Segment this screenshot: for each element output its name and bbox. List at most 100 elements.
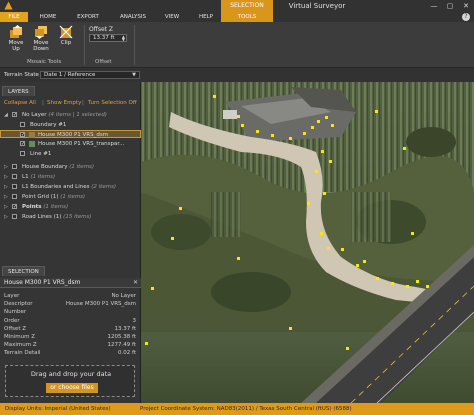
chevron-right-icon[interactable]: ▷	[4, 193, 8, 201]
clip-button[interactable]: Clip	[55, 25, 77, 46]
tab-selection[interactable]: SELECTION	[2, 266, 45, 276]
layer-count: (2 items)	[91, 184, 117, 190]
property-key: Layer	[4, 293, 20, 299]
display-units-status: Display Units: Imperial (United States)	[5, 406, 111, 412]
offset-z-input[interactable]: 13.37 ft ▲ ▼	[89, 34, 127, 42]
chevron-right-icon[interactable]: ▷	[4, 203, 8, 211]
property-row: Number	[4, 309, 136, 316]
layer-name: Boundary #1	[30, 122, 67, 128]
layer-toolbar: Collapse All | Show Empty | Turn Selecti…	[4, 100, 137, 106]
context-tab-selection: SELECTION	[221, 0, 273, 12]
spinner-icon[interactable]: ▲ ▼	[122, 35, 125, 42]
layer-checkbox[interactable]	[20, 122, 25, 127]
layer-checkbox[interactable]: ✓	[12, 204, 17, 210]
tab-layers[interactable]: LAYERS	[2, 86, 35, 96]
chevron-down-icon[interactable]: ◢	[4, 111, 8, 119]
property-value: 1277.49 ft	[107, 342, 137, 348]
layer-row-house-dsm[interactable]: ✓ House M300 P1 VRS_dsm	[0, 130, 141, 138]
layer-count: (15 items)	[63, 214, 92, 220]
layer-checkbox[interactable]: ✓	[12, 112, 17, 118]
turn-selection-off-link[interactable]: Turn Selection Off	[88, 100, 137, 106]
choose-files-button[interactable]: or choose files	[46, 383, 98, 393]
tab-file[interactable]: FILE	[0, 12, 28, 22]
property-value: 0.02 ft	[118, 350, 136, 356]
dropzone-text: Drag and drop your data	[30, 370, 112, 378]
clip-icon	[59, 25, 73, 39]
layer-row-l1[interactable]: ▷ L1 (1 items)	[0, 173, 141, 181]
close-button[interactable]: ✕	[458, 0, 474, 12]
layer-row-l1-boundaries[interactable]: ▷ L1 Boundaries and Lines (2 items)	[0, 183, 141, 191]
status-bar: Display Units: Imperial (United States) …	[0, 403, 474, 415]
move-up-icon	[10, 25, 22, 38]
property-key: Order	[4, 318, 20, 324]
layer-name: Road Lines (1)	[22, 214, 62, 220]
tab-analysis[interactable]: ANALYSIS	[113, 12, 153, 22]
coordinate-system-status: Project Coordinate System: NAD83(2011) /…	[140, 406, 352, 412]
layer-checkbox[interactable]	[12, 174, 17, 179]
layer-name: No Layer	[22, 112, 47, 118]
move-down-button[interactable]: Move Down	[30, 25, 52, 52]
terrain-state-select[interactable]: Date 1 / Reference ▼	[40, 71, 140, 79]
layer-row-house-boundary[interactable]: ▷ House Boundary (1 items)	[0, 163, 141, 171]
property-value: 3	[132, 318, 137, 324]
tab-view[interactable]: VIEW	[160, 12, 184, 22]
file-dropzone[interactable]: Drag and drop your data or choose files	[5, 365, 135, 397]
title-bar: Virtual Surveyor SELECTION — ▢ ✕	[0, 0, 474, 12]
close-icon[interactable]: ✕	[133, 278, 138, 288]
layer-name: House M300 P1 VRS_dsm	[38, 132, 109, 138]
left-panel: LAYERS Collapse All | Show Empty | Turn …	[0, 82, 141, 403]
layer-checkbox[interactable]	[20, 151, 25, 156]
terrain-state-label: Terrain State	[4, 72, 39, 78]
chevron-right-icon[interactable]: ▷	[4, 163, 8, 171]
layer-row-line-1[interactable]: Line #1	[0, 150, 141, 158]
mosaic-tools-group-label: Mosaic Tools	[27, 59, 62, 65]
layer-name: Line #1	[30, 151, 52, 157]
selection-name: House M300 P1 VRS_dsm	[4, 279, 81, 286]
layer-row-points[interactable]: ▷ ✓ Points (1 items)	[0, 203, 141, 211]
offset-group-label: Offset	[95, 59, 112, 65]
property-row: Layer No Layer	[4, 293, 136, 300]
layer-checkbox[interactable]	[12, 214, 17, 219]
layer-row-road-lines[interactable]: ▷ Road Lines (1) (15 items)	[0, 213, 141, 221]
show-empty-link[interactable]: Show Empty	[47, 100, 81, 106]
ribbon-separator	[134, 25, 135, 65]
offset-z-value: 13.37 ft	[93, 35, 115, 41]
terrain-scene	[141, 82, 474, 403]
chevron-right-icon[interactable]: ▷	[4, 183, 8, 191]
property-key: Number	[4, 309, 27, 315]
layer-count: (1 items)	[30, 174, 56, 180]
help-icon[interactable]: ?	[462, 13, 470, 21]
move-down-icon	[35, 26, 47, 39]
image-icon	[29, 141, 35, 147]
property-row: Maximum Z 1277.49 ft	[4, 342, 136, 349]
property-row: Terrain Detail 0.02 ft	[4, 350, 136, 357]
layer-row-no-layer[interactable]: ◢ ✓ No Layer (4 items | 1 selected)	[0, 111, 141, 119]
tab-tools[interactable]: TOOLS	[221, 12, 273, 22]
layer-name: House Boundary	[22, 164, 68, 170]
tab-help[interactable]: HELP	[194, 12, 218, 22]
tab-export[interactable]: EXPORT	[70, 12, 106, 22]
layer-checkbox[interactable]	[12, 164, 17, 169]
layer-count: (1 items)	[43, 204, 69, 210]
layer-checkbox[interactable]	[12, 184, 17, 189]
layer-row-house-transparent[interactable]: ✓ House M300 P1 VRS_transpar...	[0, 140, 141, 148]
layer-checkbox[interactable]	[12, 194, 17, 199]
chevron-right-icon[interactable]: ▷	[4, 213, 8, 221]
layer-row-point-grid[interactable]: ▷ Point Grid (1) (1 items)	[0, 193, 141, 201]
layer-name: Point Grid (1)	[22, 194, 59, 200]
collapse-all-link[interactable]: Collapse All	[4, 100, 36, 106]
chevron-right-icon[interactable]: ▷	[4, 173, 8, 181]
layer-checkbox[interactable]: ✓	[20, 132, 25, 138]
layer-checkbox[interactable]: ✓	[20, 141, 25, 147]
3d-viewport[interactable]	[141, 82, 474, 403]
move-up-button[interactable]: Move Up	[5, 25, 27, 52]
minimize-button[interactable]: —	[426, 0, 442, 12]
layer-name: Points	[22, 204, 42, 210]
property-key: Maximum Z	[4, 342, 37, 348]
maximize-button[interactable]: ▢	[442, 0, 458, 12]
property-row: Order 3	[4, 318, 136, 325]
property-key: Terrain Detail	[4, 350, 41, 356]
layer-row-boundary-1[interactable]: Boundary #1	[0, 121, 141, 129]
tab-home[interactable]: HOME	[32, 12, 64, 22]
ribbon-tabs: FILE HOME EXPORT ANALYSIS VIEW HELP TOOL…	[0, 12, 474, 22]
